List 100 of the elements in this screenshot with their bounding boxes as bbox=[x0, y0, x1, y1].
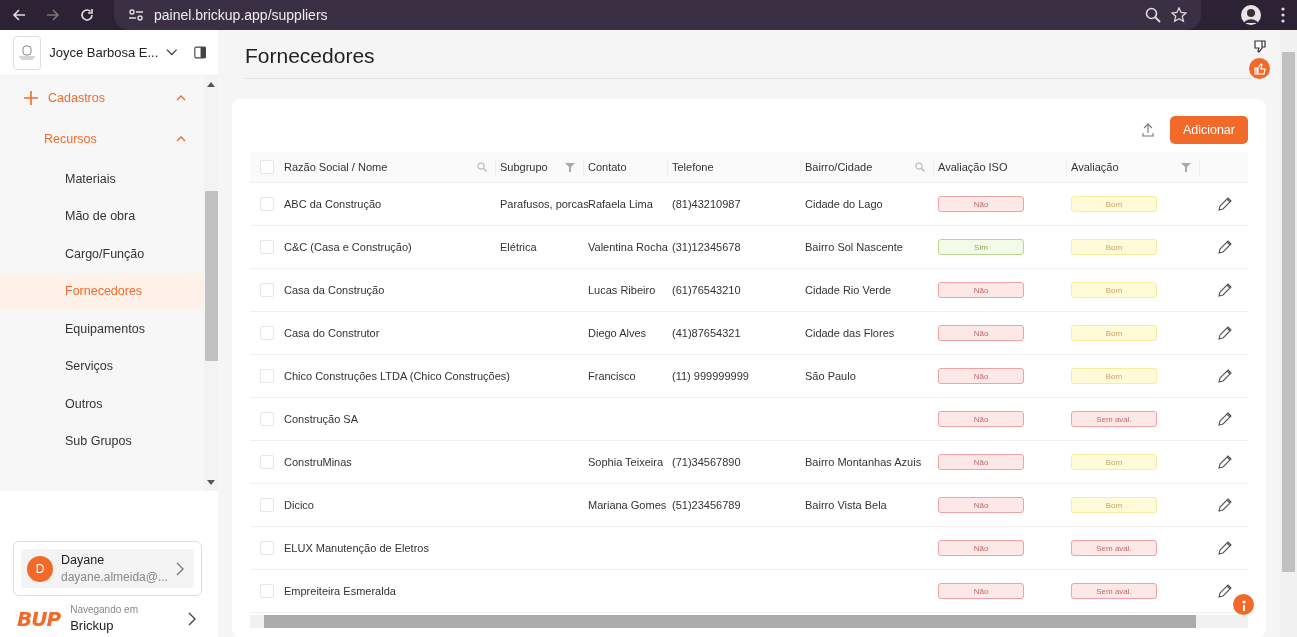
back-icon[interactable] bbox=[12, 8, 26, 22]
rating-badge: Sem aval. bbox=[1071, 583, 1157, 599]
thumbs-up-button[interactable] bbox=[1249, 58, 1270, 79]
pencil-icon[interactable] bbox=[1218, 240, 1232, 254]
supplier-name: Chico Construções LTDA (Chico Construções) bbox=[284, 370, 510, 382]
sidebar-item[interactable]: Sub Grupos bbox=[0, 422, 204, 460]
contact-name: Francisco bbox=[588, 370, 636, 382]
iso-status-badge: Não bbox=[938, 368, 1024, 384]
contact-name: Rafaela Lima bbox=[588, 198, 653, 210]
user-avatar: D bbox=[27, 555, 53, 582]
location-text: Cidade Rio Verde bbox=[805, 284, 892, 296]
column-header[interactable]: Contato bbox=[588, 161, 627, 173]
sidebar-item[interactable]: Cargo/Função bbox=[0, 235, 204, 273]
thumbs-down-icon[interactable] bbox=[1253, 40, 1266, 53]
context-name: Brickup bbox=[70, 618, 115, 633]
phone-number: (61)76543210 bbox=[672, 284, 741, 296]
rating-badge: Bom bbox=[1071, 282, 1157, 298]
rating-badge: Bom bbox=[1071, 497, 1157, 513]
profile-avatar-icon[interactable] bbox=[1241, 5, 1261, 25]
sidebar-item[interactable]: Materiais bbox=[0, 160, 204, 198]
contact-name: Lucas Ribeiro bbox=[588, 284, 656, 296]
subgroup-text: Elétrica bbox=[500, 241, 537, 253]
column-header[interactable]: Avaliação bbox=[1071, 161, 1119, 173]
supplier-name: Casa da Construção bbox=[284, 284, 385, 296]
phone-number: (51)23456789 bbox=[672, 499, 741, 511]
contact-name: Valentina Rocha bbox=[588, 241, 668, 253]
chevron-down-icon[interactable] bbox=[166, 48, 178, 57]
brand-logo: BUP bbox=[17, 606, 61, 631]
iso-status-badge: Não bbox=[938, 196, 1024, 212]
row-checkbox[interactable] bbox=[260, 197, 274, 211]
forward-icon[interactable] bbox=[46, 8, 60, 22]
pencil-icon[interactable] bbox=[1218, 197, 1232, 211]
pencil-icon[interactable] bbox=[1218, 455, 1232, 469]
row-checkbox[interactable] bbox=[260, 412, 274, 426]
rating-badge: Bom bbox=[1071, 196, 1157, 212]
row-checkbox[interactable] bbox=[260, 240, 274, 254]
sidebar-item[interactable]: Serviços bbox=[0, 347, 204, 385]
supplier-name: C&C (Casa e Construção) bbox=[284, 241, 412, 253]
location-text: Bairro Montanhas Azuis bbox=[805, 456, 922, 468]
sidebar-scrollbar[interactable] bbox=[204, 76, 218, 491]
url-text: painel.brickup.app/suppliers bbox=[154, 7, 328, 23]
phone-number: (41)87654321 bbox=[672, 327, 741, 339]
filter-icon[interactable] bbox=[1181, 162, 1191, 172]
pencil-icon[interactable] bbox=[1218, 412, 1232, 426]
row-checkbox[interactable] bbox=[260, 283, 274, 297]
filter-icon[interactable] bbox=[565, 162, 575, 172]
pencil-icon[interactable] bbox=[1218, 584, 1232, 598]
pencil-icon[interactable] bbox=[1218, 326, 1232, 340]
thumbs-up-icon bbox=[1253, 62, 1266, 75]
row-checkbox[interactable] bbox=[260, 498, 274, 512]
rating-badge: Sem aval. bbox=[1071, 540, 1157, 556]
column-header[interactable]: Bairro/Cidade bbox=[805, 161, 873, 173]
rating-badge: Bom bbox=[1071, 368, 1157, 384]
user-email: dayane.almeida@... bbox=[61, 570, 168, 584]
sidebar-item[interactable]: Equipamentos bbox=[0, 310, 204, 348]
subgroup-text: Parafusos, porcas bbox=[500, 198, 589, 210]
iso-status-badge: Não bbox=[938, 411, 1024, 427]
column-header[interactable]: Razão Social / Nome bbox=[284, 161, 388, 173]
horizontal-scrollbar[interactable] bbox=[250, 615, 1248, 628]
workspace-name[interactable]: Joyce Barbosa E... bbox=[49, 45, 159, 60]
row-checkbox[interactable] bbox=[260, 326, 274, 340]
contact-name: Mariana Gomes bbox=[588, 499, 667, 511]
pencil-icon[interactable] bbox=[1218, 369, 1232, 383]
page-title: Fornecedores bbox=[245, 44, 376, 68]
panel-toggle-icon[interactable] bbox=[193, 45, 206, 60]
row-checkbox[interactable] bbox=[260, 455, 274, 469]
phone-number: (81)43210987 bbox=[672, 198, 741, 210]
location-text: Cidade das Flores bbox=[805, 327, 895, 339]
user-card[interactable]: D Dayane dayane.almeida@... bbox=[13, 541, 202, 596]
caret-up-icon bbox=[176, 95, 186, 101]
pencil-icon[interactable] bbox=[1218, 498, 1232, 512]
row-checkbox[interactable] bbox=[260, 369, 274, 383]
phone-number: (11) 999999999 bbox=[672, 370, 749, 382]
phone-number: (71)34567890 bbox=[672, 456, 741, 468]
column-header[interactable]: Avaliação ISO bbox=[938, 161, 1008, 173]
sidebar-item[interactable]: Mão de obra bbox=[0, 197, 204, 235]
pencil-icon[interactable] bbox=[1218, 541, 1232, 555]
row-checkbox[interactable] bbox=[260, 584, 274, 598]
rating-badge: Bom bbox=[1071, 325, 1157, 341]
contact-name: Diego Alves bbox=[588, 327, 647, 339]
rating-badge: Sem aval. bbox=[1071, 411, 1157, 427]
zoom-icon[interactable] bbox=[1145, 7, 1161, 23]
address-bar[interactable]: painel.brickup.app/suppliers bbox=[114, 0, 1201, 30]
supplier-name: Construção SA bbox=[284, 413, 358, 425]
page-scrollbar[interactable] bbox=[1280, 30, 1297, 637]
row-checkbox[interactable] bbox=[260, 541, 274, 555]
select-all-checkbox[interactable] bbox=[260, 160, 274, 174]
upload-icon bbox=[1141, 123, 1154, 137]
reload-icon[interactable] bbox=[80, 8, 94, 22]
search-icon[interactable] bbox=[477, 162, 487, 172]
user-name: Dayane bbox=[61, 553, 106, 567]
column-header[interactable]: Subgrupo bbox=[500, 161, 548, 173]
bookmark-star-icon[interactable] bbox=[1171, 7, 1187, 23]
sidebar-item[interactable]: Outros bbox=[0, 385, 204, 423]
more-menu-icon[interactable] bbox=[1281, 7, 1285, 23]
iso-status-badge: Não bbox=[938, 497, 1024, 513]
pencil-icon[interactable] bbox=[1218, 283, 1232, 297]
column-header[interactable]: Telefone bbox=[672, 161, 714, 173]
search-icon[interactable] bbox=[915, 162, 925, 172]
supplier-name: Dicico bbox=[284, 499, 314, 511]
